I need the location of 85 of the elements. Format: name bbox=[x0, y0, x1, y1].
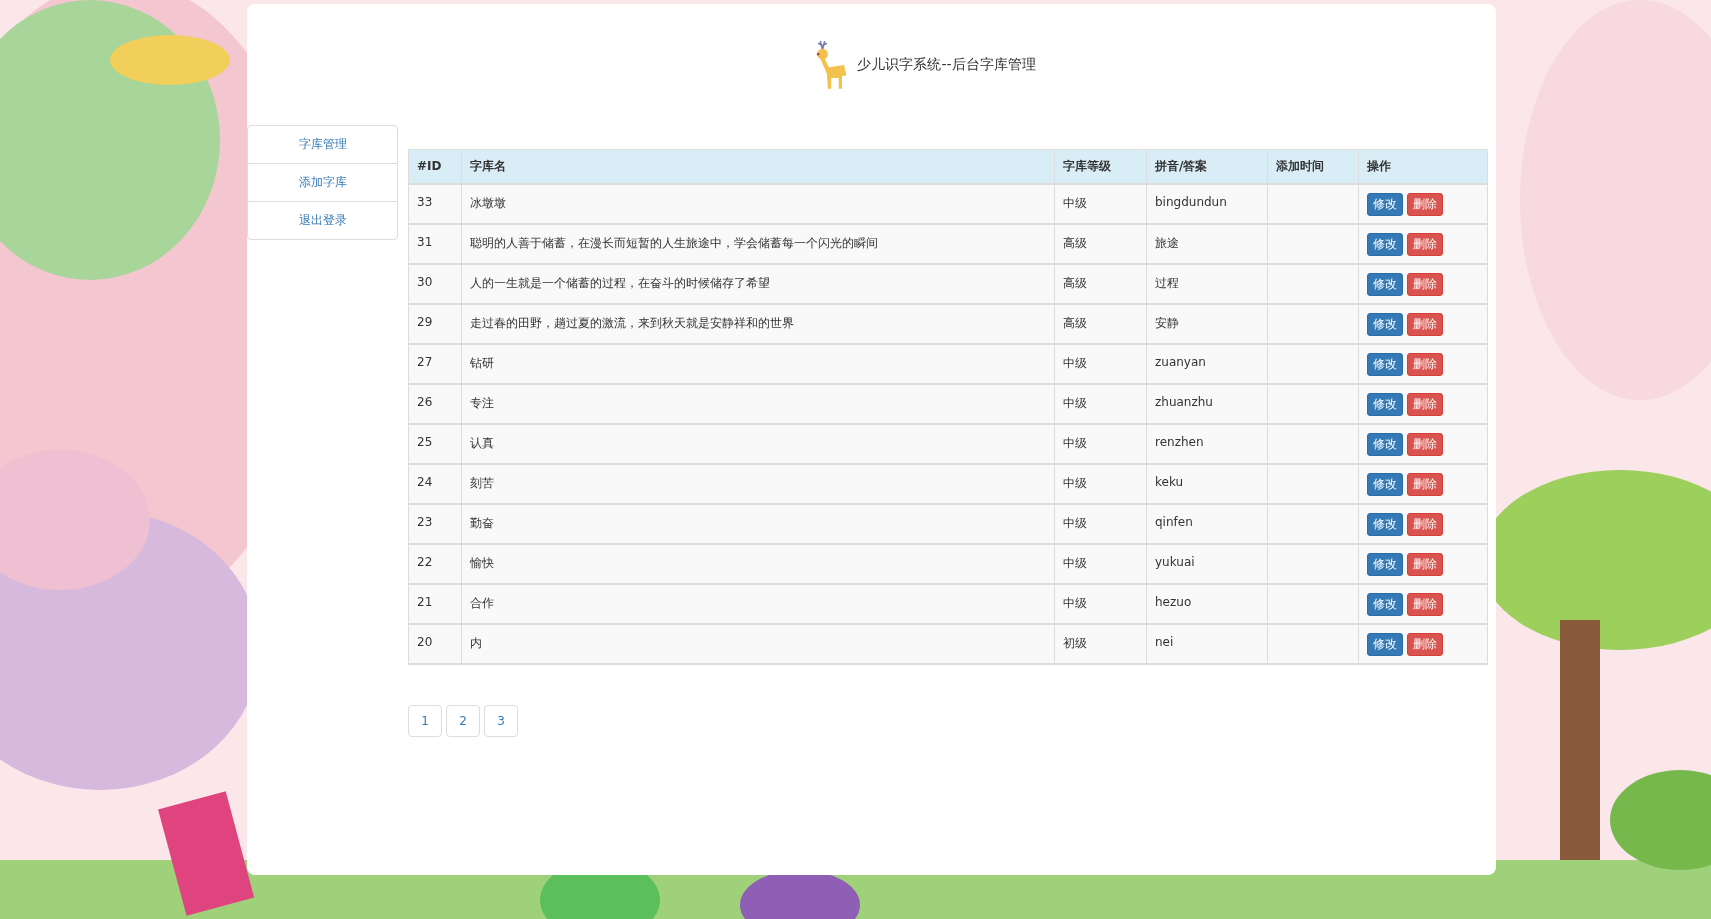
edit-button[interactable]: 修改 bbox=[1367, 552, 1403, 576]
edit-button[interactable]: 修改 bbox=[1367, 592, 1403, 616]
edit-button[interactable]: 修改 bbox=[1367, 432, 1403, 456]
delete-button[interactable]: 删除 bbox=[1407, 512, 1443, 536]
table-cell: 中级 bbox=[1054, 183, 1147, 224]
table-cell: 中级 bbox=[1054, 463, 1147, 504]
table-cell: 24 bbox=[408, 463, 462, 504]
table-cell: 中级 bbox=[1054, 503, 1147, 544]
table-cell: 中级 bbox=[1054, 583, 1147, 624]
delete-button[interactable]: 删除 bbox=[1407, 352, 1443, 376]
table-cell: 勤奋 bbox=[461, 503, 1055, 544]
delete-button[interactable]: 删除 bbox=[1407, 272, 1443, 296]
table-cell: 中级 bbox=[1054, 423, 1147, 464]
delete-button[interactable]: 删除 bbox=[1407, 192, 1443, 216]
table-cell: 25 bbox=[408, 423, 462, 464]
table-cell: keku bbox=[1146, 463, 1268, 504]
table-cell: 中级 bbox=[1054, 343, 1147, 384]
page-link[interactable]: 1 bbox=[408, 704, 442, 737]
table-cell: nei bbox=[1146, 623, 1268, 664]
table-cell: 29 bbox=[408, 303, 462, 344]
table-cell: zuanyan bbox=[1146, 343, 1268, 384]
column-header: 操作 bbox=[1358, 149, 1488, 184]
table-cell: 安静 bbox=[1146, 303, 1268, 344]
edit-button[interactable]: 修改 bbox=[1367, 392, 1403, 416]
table-cell: bingdundun bbox=[1146, 183, 1268, 224]
edit-button[interactable]: 修改 bbox=[1367, 232, 1403, 256]
table-cell: 刻苦 bbox=[461, 463, 1055, 504]
table-cell: 中级 bbox=[1054, 543, 1147, 584]
table-cell: yukuai bbox=[1146, 543, 1268, 584]
delete-button[interactable]: 删除 bbox=[1407, 432, 1443, 456]
table-cell: 人的一生就是一个储蓄的过程，在奋斗的时候储存了希望 bbox=[461, 263, 1055, 304]
delete-button[interactable]: 删除 bbox=[1407, 592, 1443, 616]
table-cell: hezuo bbox=[1146, 583, 1268, 624]
delete-button[interactable]: 删除 bbox=[1407, 472, 1443, 496]
table-cell: 内 bbox=[461, 623, 1055, 664]
delete-button[interactable]: 删除 bbox=[1407, 552, 1443, 576]
table-cell: 30 bbox=[408, 263, 462, 304]
edit-button[interactable]: 修改 bbox=[1367, 632, 1403, 656]
table-cell: 专注 bbox=[461, 383, 1055, 424]
table-cell: 高级 bbox=[1054, 223, 1147, 264]
table-cell: 冰墩墩 bbox=[461, 183, 1055, 224]
page-title: 少儿识字系统--后台字库管理 bbox=[857, 55, 1036, 74]
sidebar-item[interactable]: 添加字库 bbox=[248, 164, 397, 202]
table-cell: 33 bbox=[408, 183, 462, 224]
table-cell: 中级 bbox=[1054, 383, 1147, 424]
delete-button[interactable]: 删除 bbox=[1407, 392, 1443, 416]
table-cell: 走过春的田野，趟过夏的激流，来到秋天就是安静祥和的世界 bbox=[461, 303, 1055, 344]
column-header: #ID bbox=[408, 149, 462, 184]
edit-button[interactable]: 修改 bbox=[1367, 312, 1403, 336]
table-cell: 钻研 bbox=[461, 343, 1055, 384]
column-header: 字库等级 bbox=[1054, 149, 1147, 184]
table-cell: 聪明的人善于储蓄，在漫长而短暂的人生旅途中，学会储蓄每一个闪光的瞬间 bbox=[461, 223, 1055, 264]
column-header: 字库名 bbox=[461, 149, 1055, 184]
table-cell: 31 bbox=[408, 223, 462, 264]
delete-button[interactable]: 删除 bbox=[1407, 312, 1443, 336]
edit-button[interactable]: 修改 bbox=[1367, 512, 1403, 536]
delete-button[interactable]: 删除 bbox=[1407, 632, 1443, 656]
table-cell: renzhen bbox=[1146, 423, 1268, 464]
table-cell: 高级 bbox=[1054, 263, 1147, 304]
edit-button[interactable]: 修改 bbox=[1367, 472, 1403, 496]
column-header: 添加时间 bbox=[1267, 149, 1359, 184]
table-cell: 22 bbox=[408, 543, 462, 584]
table-cell: 认真 bbox=[461, 423, 1055, 464]
table-cell: 过程 bbox=[1146, 263, 1268, 304]
table-cell: 20 bbox=[408, 623, 462, 664]
sidebar-item[interactable]: 退出登录 bbox=[248, 202, 397, 239]
page-link[interactable]: 3 bbox=[484, 704, 518, 737]
table-cell: 愉快 bbox=[461, 543, 1055, 584]
edit-button[interactable]: 修改 bbox=[1367, 352, 1403, 376]
table-cell: 27 bbox=[408, 343, 462, 384]
table-cell: 合作 bbox=[461, 583, 1055, 624]
table-cell: 初级 bbox=[1054, 623, 1147, 664]
edit-button[interactable]: 修改 bbox=[1367, 272, 1403, 296]
table-cell: 23 bbox=[408, 503, 462, 544]
column-header: 拼音/答案 bbox=[1146, 149, 1268, 184]
sidebar-item[interactable]: 字库管理 bbox=[248, 126, 397, 164]
delete-button[interactable]: 删除 bbox=[1407, 232, 1443, 256]
page-link[interactable]: 2 bbox=[446, 704, 480, 737]
table-cell: 21 bbox=[408, 583, 462, 624]
edit-button[interactable]: 修改 bbox=[1367, 192, 1403, 216]
table-cell: qinfen bbox=[1146, 503, 1268, 544]
table-cell: 高级 bbox=[1054, 303, 1147, 344]
table-cell: zhuanzhu bbox=[1146, 383, 1268, 424]
table-cell: 26 bbox=[408, 383, 462, 424]
table-cell: 旅途 bbox=[1146, 223, 1268, 264]
